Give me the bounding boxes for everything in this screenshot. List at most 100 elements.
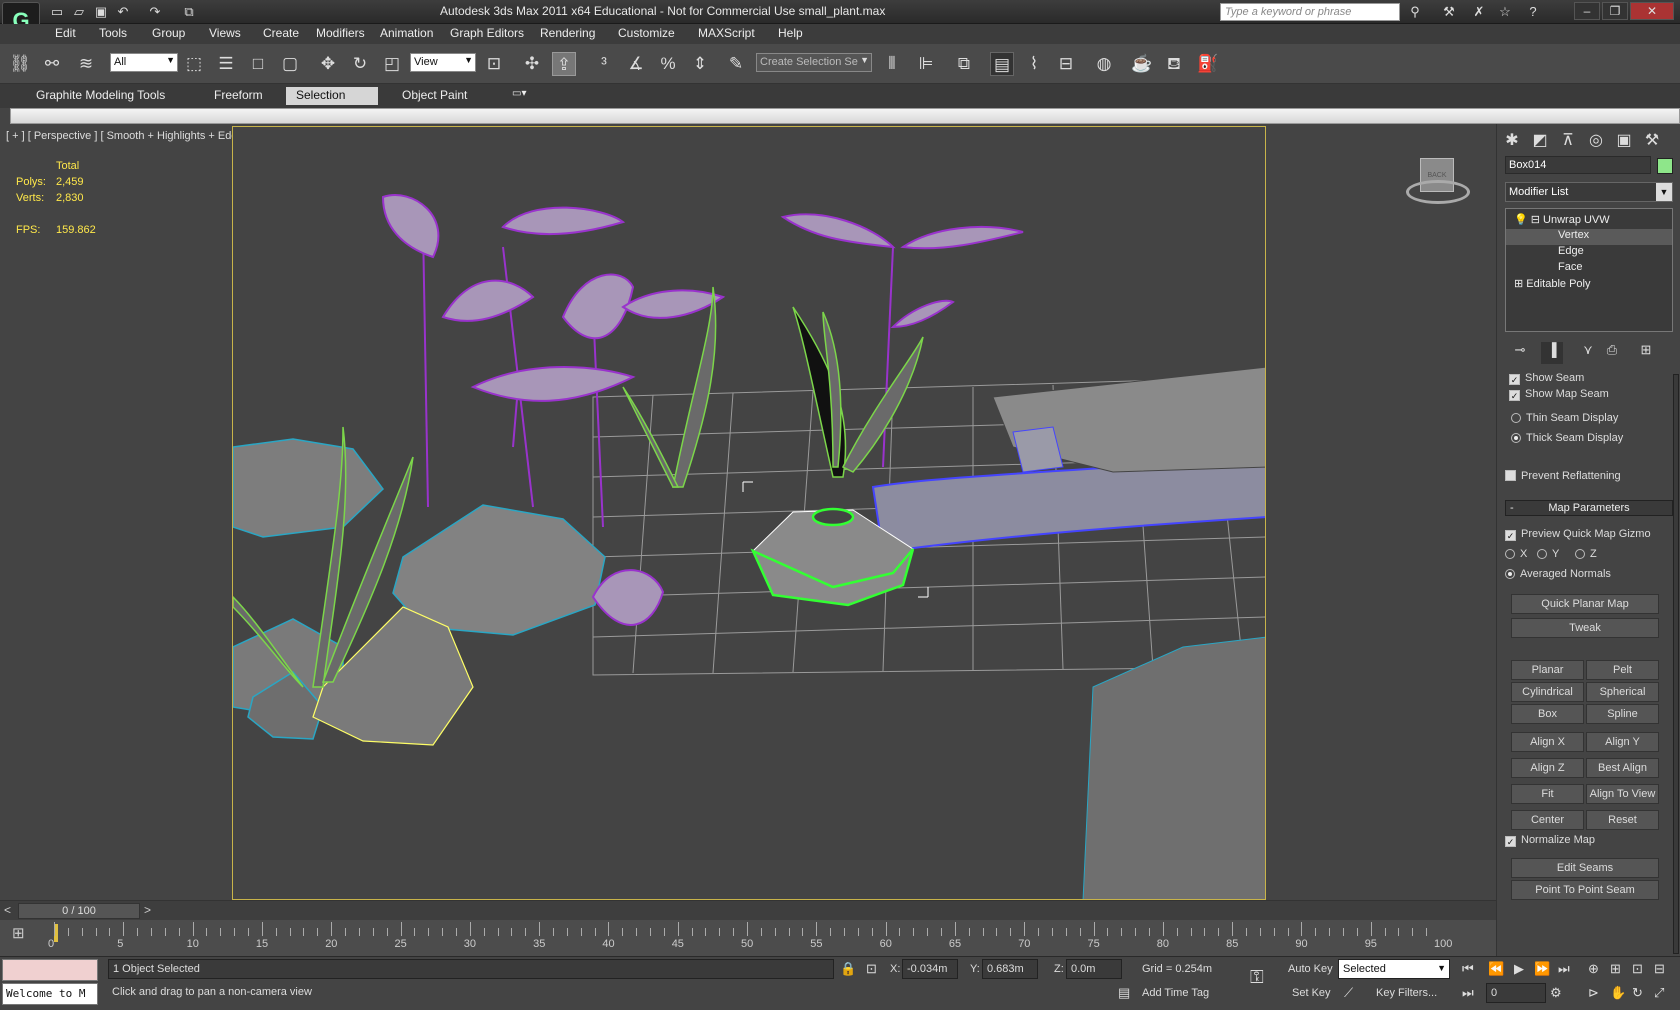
menu-modifiers[interactable]: Modifiers [316, 26, 365, 40]
cylindrical-button[interactable]: Cylindrical [1511, 682, 1584, 702]
select-object-icon[interactable]: ⬚ [182, 52, 206, 76]
previous-frame-icon[interactable]: ⏪ [1488, 961, 1504, 977]
named-selection-dropdown[interactable]: Create Selection Se ▼ [756, 53, 872, 72]
axis-y-radio[interactable]: Y [1537, 548, 1559, 560]
rotate-icon[interactable]: ↻ [348, 52, 372, 76]
new-file-icon[interactable]: ▭ [48, 3, 66, 20]
keyboard-shortcut-override-icon[interactable]: ⇪ [552, 52, 576, 76]
viewport-right-area[interactable] [1266, 124, 1496, 900]
align-y-button[interactable]: Align Y [1586, 732, 1659, 752]
menu-customize[interactable]: Customize [618, 26, 675, 40]
help-icon[interactable]: ? [1524, 3, 1542, 20]
open-file-icon[interactable]: ▱ [70, 3, 88, 20]
thin-seam-radio[interactable]: Thin Seam Display [1511, 412, 1618, 424]
center-button[interactable]: Center [1511, 810, 1584, 830]
favorites-star-icon[interactable]: ☆ [1496, 3, 1514, 20]
add-time-tag[interactable]: Add Time Tag [1142, 987, 1209, 999]
thick-seam-radio[interactable]: Thick Seam Display [1511, 432, 1623, 444]
stack-item-face[interactable]: Face [1506, 261, 1672, 277]
normalize-map-checkbox[interactable]: ✓ Normalize Map [1505, 834, 1595, 847]
tweak-button[interactable]: Tweak [1511, 618, 1659, 638]
tab-freeform[interactable]: Freeform [204, 87, 273, 105]
z-coordinate-field[interactable]: 0.0m [1066, 959, 1122, 979]
layer-manager-icon[interactable]: ⧉ [952, 52, 976, 76]
link-icon[interactable]: ⛓ [8, 52, 32, 76]
menu-group[interactable]: Group [152, 26, 185, 40]
zoom-extents-all-icon[interactable]: ⊟ [1654, 961, 1665, 977]
axis-z-radio[interactable]: Z [1575, 548, 1597, 560]
select-by-name-icon[interactable]: ☰ [214, 52, 238, 76]
axis-x-radio[interactable]: X [1505, 548, 1527, 560]
selection-filter-dropdown[interactable]: All ▼ [110, 53, 178, 72]
tab-selection[interactable]: Selection [286, 87, 378, 105]
menu-tools[interactable]: Tools [99, 26, 127, 40]
menu-views[interactable]: Views [209, 26, 241, 40]
align-z-button[interactable]: Align Z [1511, 758, 1584, 778]
unlink-icon[interactable]: ⚯ [40, 52, 64, 76]
object-color-swatch[interactable] [1657, 158, 1673, 174]
display-tab-icon[interactable]: ▣ [1613, 130, 1635, 152]
quick-planar-map-button[interactable]: Quick Planar Map [1511, 594, 1659, 614]
spherical-button[interactable]: Spherical [1586, 682, 1659, 702]
search-input[interactable]: Type a keyword or phrase [1220, 3, 1400, 21]
object-name-field[interactable]: Box014 [1505, 156, 1651, 174]
window-crossing-icon[interactable]: ▢ [278, 52, 302, 76]
align-icon[interactable]: ⊫ [914, 52, 938, 76]
menu-help[interactable]: Help [778, 26, 803, 40]
spline-button[interactable]: Spline [1586, 704, 1659, 724]
utilities-tab-icon[interactable]: ⚒ [1641, 130, 1663, 152]
key-mode-toggle-icon[interactable]: ⏭ [1462, 985, 1474, 1001]
reset-button[interactable]: Reset [1586, 810, 1659, 830]
configure-modifier-sets-icon[interactable]: ⊞ [1635, 342, 1657, 364]
create-tab-icon[interactable]: ✱ [1501, 130, 1523, 152]
x-coordinate-field[interactable]: -0.034m [902, 959, 958, 979]
viewcube-widget[interactable]: BACK [1406, 150, 1470, 210]
perspective-viewport[interactable] [232, 126, 1266, 900]
menu-graph-editors[interactable]: Graph Editors [450, 26, 524, 40]
menu-maxscript[interactable]: MAXScript [698, 26, 755, 40]
default-tangent-icon[interactable]: ⟋ [1344, 985, 1353, 1001]
select-and-manipulate-icon[interactable]: ✣ [520, 52, 544, 76]
scale-icon[interactable]: ◰ [380, 52, 404, 76]
menu-animation[interactable]: Animation [380, 26, 433, 40]
set-key-button[interactable]: Set Key [1292, 987, 1331, 999]
show-seam-checkbox[interactable]: ✓ Show Seam [1509, 372, 1584, 385]
restore-button[interactable]: ❐ [1602, 2, 1628, 20]
motion-tab-icon[interactable]: ◎ [1585, 130, 1607, 152]
stack-item-unwrap-uvw[interactable]: 💡 ⊟ Unwrap UVW [1506, 213, 1672, 229]
time-configuration-icon[interactable]: ⚙ [1550, 985, 1562, 1001]
play-icon[interactable]: ▶ [1514, 961, 1524, 977]
field-of-view-icon[interactable]: ⊳ [1588, 985, 1599, 1001]
pivot-center-icon[interactable]: ⊡ [482, 52, 506, 76]
menu-rendering[interactable]: Rendering [540, 26, 595, 40]
render-setup-icon[interactable]: ☕ [1130, 52, 1154, 76]
material-editor-icon[interactable]: ◍ [1092, 52, 1116, 76]
rectangular-selection-icon[interactable]: □ [246, 52, 270, 76]
absolute-mode-icon[interactable]: ⊡ [866, 961, 877, 977]
preview-gizmo-checkbox[interactable]: ✓ Preview Quick Map Gizmo [1505, 528, 1651, 541]
communication-icon[interactable]: ✗ [1470, 3, 1488, 20]
menu-edit[interactable]: Edit [55, 26, 76, 40]
move-icon[interactable]: ✥ [316, 52, 340, 76]
curve-editor-icon[interactable]: ⌇ [1022, 52, 1046, 76]
make-unique-icon[interactable]: ⋎ [1577, 342, 1599, 364]
viewport-left-area[interactable] [0, 124, 232, 900]
auto-key-button[interactable]: Auto Key [1288, 963, 1333, 975]
go-to-end-icon[interactable]: ⏭ [1558, 961, 1570, 977]
stack-item-editable-poly[interactable]: ⊞ Editable Poly [1506, 277, 1672, 293]
graphite-toggle-icon[interactable]: ▤ [990, 52, 1014, 76]
schematic-view-icon[interactable]: ⊟ [1054, 52, 1078, 76]
show-map-seam-checkbox[interactable]: ✓ Show Map Seam [1509, 388, 1609, 401]
time-slider-prev-icon[interactable]: < [4, 903, 11, 917]
reference-coord-dropdown[interactable]: View ▼ [410, 53, 476, 72]
project-folder-icon[interactable]: ⧉ [180, 3, 198, 20]
prevent-reflattening-checkbox[interactable]: Prevent Reflattening [1505, 470, 1621, 482]
ribbon-options-icon[interactable]: ▭▾ [502, 87, 536, 105]
snaps-toggle-icon[interactable]: ³ [592, 52, 616, 76]
key-filters-button[interactable]: Key Filters... [1376, 987, 1437, 999]
fit-button[interactable]: Fit [1511, 784, 1584, 804]
selection-lock-icon[interactable]: 🔒 [840, 961, 856, 977]
next-frame-icon[interactable]: ⏩ [1534, 961, 1550, 977]
align-to-view-button[interactable]: Align To View [1586, 784, 1659, 804]
box-button[interactable]: Box [1511, 704, 1584, 724]
